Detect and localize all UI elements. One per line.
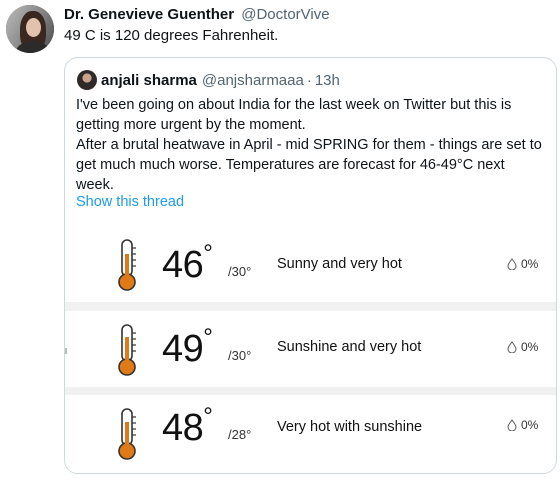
quoted-author-name[interactable]: anjali sharma (101, 72, 197, 89)
thermometer-icon (118, 324, 136, 376)
high-temperature: 48° (162, 405, 213, 449)
author-handle[interactable]: @DoctorVive (241, 6, 329, 23)
precipitation: 0% (506, 257, 538, 271)
tweet-header: Dr. Genevieve Guenther @DoctorVive (64, 6, 330, 23)
degree-sign: ° (203, 324, 213, 351)
weather-description: Sunny and very hot (277, 256, 402, 272)
raindrop-icon (507, 341, 517, 353)
precipitation: 0% (506, 340, 538, 354)
low-temperature: /30° (228, 264, 252, 279)
author-avatar[interactable] (6, 5, 54, 53)
show-thread-link[interactable]: Show this thread (76, 194, 184, 210)
low-temperature: /28° (228, 427, 252, 442)
degree-sign: ° (203, 403, 213, 430)
degree-sign: ° (203, 240, 213, 267)
high-temperature: 49° (162, 326, 213, 370)
high-temperature: 46° (162, 242, 213, 286)
precipitation-value: 0% (521, 257, 539, 271)
high-value: 46 (162, 244, 204, 286)
weather-description: Sunshine and very hot (277, 339, 422, 355)
thermometer-icon (118, 239, 136, 291)
quoted-author-handle[interactable]: @anjsharmaaa (202, 72, 304, 89)
weather-description: Very hot with sunshine (277, 419, 423, 435)
thermometer-icon (118, 408, 136, 460)
tweet-text: 49 C is 120 degrees Fahrenheit. (64, 27, 279, 44)
raindrop-icon (507, 419, 517, 431)
quoted-paragraph-2: After a brutal heatwave in April - mid S… (76, 137, 542, 193)
forecast-image[interactable]: 46° /30° Sunny and very hot 0% 49° /30° (65, 226, 556, 473)
separator-dot: · (306, 71, 312, 89)
forecast-row: 49° /30° Sunshine and very hot 0% (65, 311, 556, 387)
high-value: 48 (162, 407, 204, 449)
quoted-author-avatar[interactable] (77, 70, 97, 90)
precipitation: 0% (506, 418, 538, 432)
forecast-row: 48° /28° Very hot with sunshine 0% (65, 395, 556, 473)
precipitation-value: 0% (521, 340, 539, 354)
quoted-tweet-text: I've been going on about India for the l… (76, 95, 546, 195)
precipitation-value: 0% (521, 418, 539, 432)
quoted-paragraph-1: I've been going on about India for the l… (76, 97, 512, 133)
raindrop-icon (507, 258, 517, 270)
quoted-tweet[interactable]: anjali sharma @anjsharmaaa · 13h I've be… (64, 57, 557, 474)
author-name[interactable]: Dr. Genevieve Guenther (64, 6, 234, 23)
high-value: 49 (162, 328, 204, 370)
edge-marker (65, 348, 67, 354)
quoted-tweet-time[interactable]: 13h (315, 72, 340, 89)
forecast-row: 46° /30° Sunny and very hot 0% (65, 226, 556, 302)
low-temperature: /30° (228, 348, 252, 363)
quoted-tweet-header: anjali sharma @anjsharmaaa · 13h (77, 70, 340, 90)
